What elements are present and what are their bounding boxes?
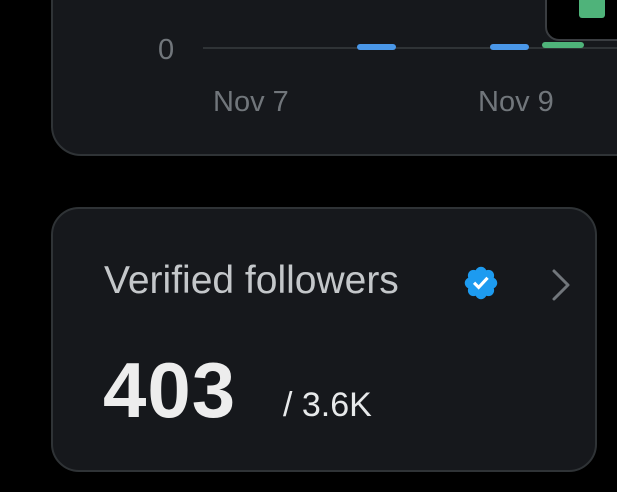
verified-followers-title: Verified followers bbox=[104, 259, 399, 302]
x-axis-tick-label: Nov 7 bbox=[213, 86, 289, 118]
verified-followers-count: 403 bbox=[103, 346, 237, 434]
y-axis-tick-label: 0 bbox=[158, 34, 175, 66]
chart-bar-blue-2 bbox=[490, 44, 529, 50]
x-axis-tick-label: Nov 9 bbox=[478, 86, 554, 118]
tooltip-legend-swatch bbox=[579, 0, 605, 18]
chevron-right-icon[interactable] bbox=[550, 267, 572, 303]
total-followers-count: / 3.6K bbox=[283, 386, 372, 424]
analytics-page: 0 Nov 7 Nov 9 Verified followers 403 / 3… bbox=[0, 0, 617, 492]
chart-tooltip bbox=[545, 0, 617, 41]
chart-bar-blue-1 bbox=[357, 44, 396, 50]
verified-followers-card[interactable]: Verified followers 403 / 3.6K bbox=[51, 207, 597, 472]
engagement-chart-card bbox=[51, 0, 617, 156]
verified-badge-icon bbox=[464, 266, 498, 300]
chart-bar-green-1 bbox=[542, 42, 584, 48]
